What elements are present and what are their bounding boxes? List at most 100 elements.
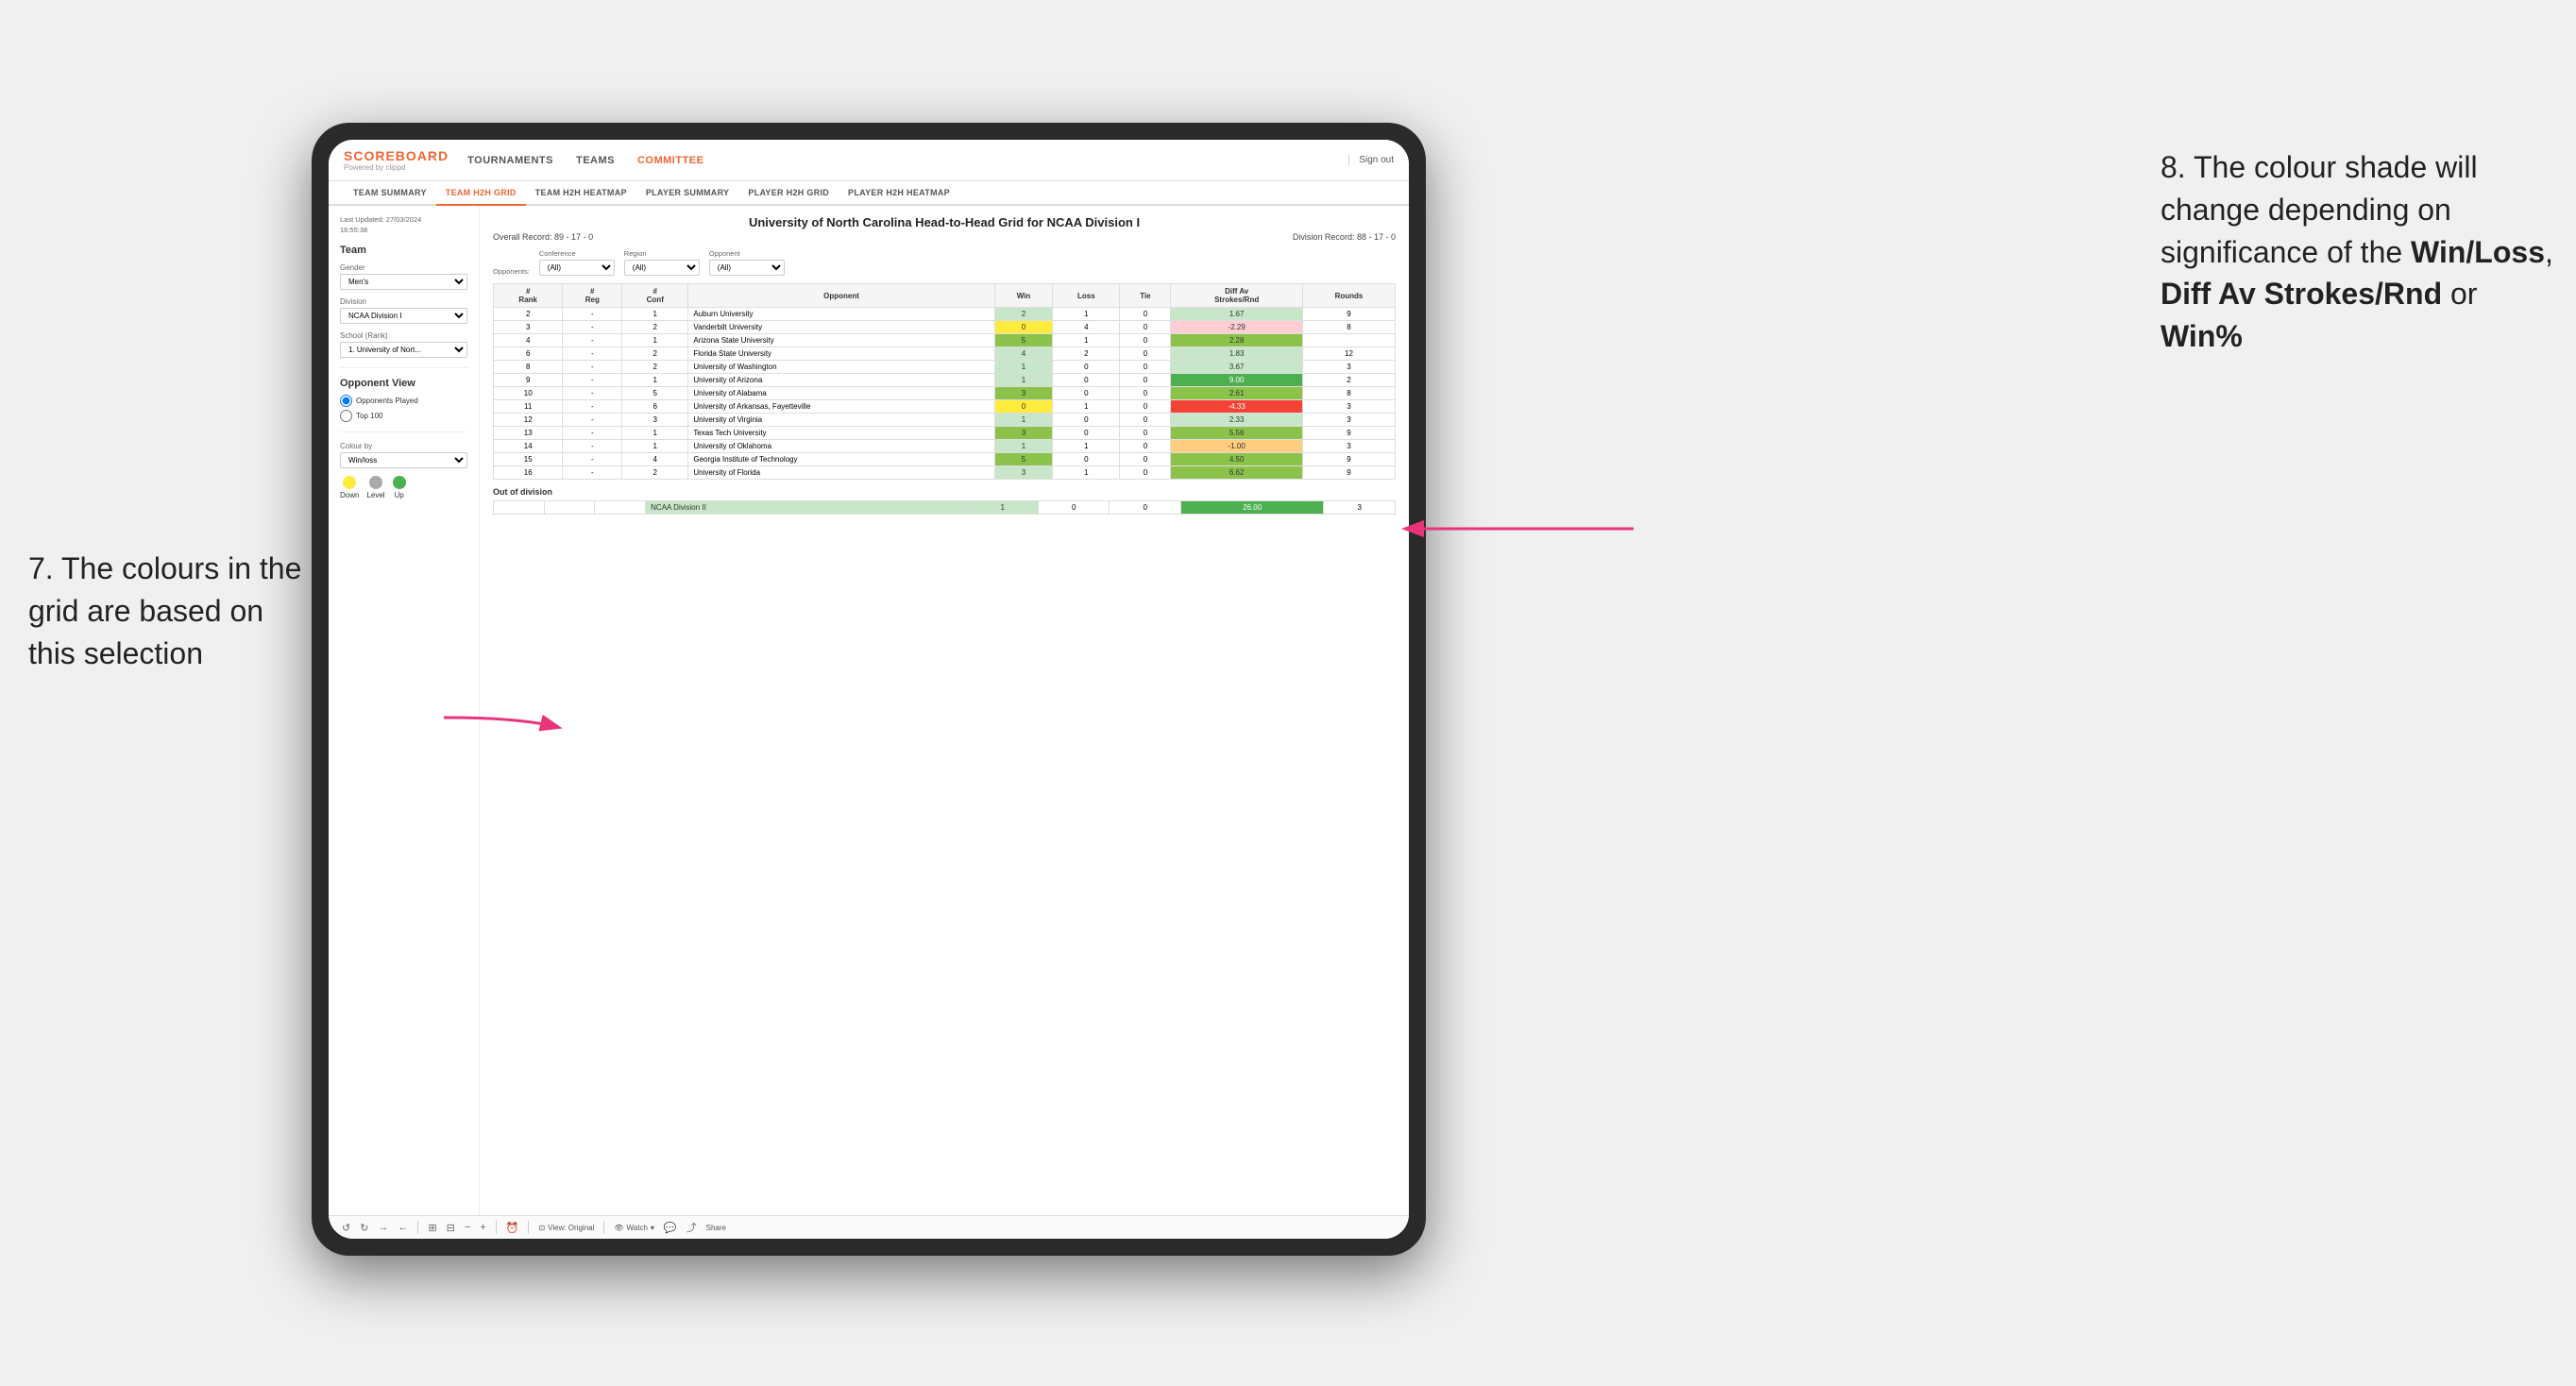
cell-diff: 3.67 — [1171, 361, 1303, 374]
last-updated-time: 16:55:38 — [340, 226, 367, 234]
annotation-left: 7. The colours in the grid are based on … — [28, 548, 312, 674]
conference-label: Conference — [539, 249, 615, 258]
opponent-select[interactable]: (All) — [709, 260, 785, 276]
view-original-btn[interactable]: ⊡ View: Original — [538, 1224, 594, 1232]
cell-loss: 1 — [1053, 440, 1120, 453]
copy-icon[interactable]: ⊞ — [428, 1222, 436, 1234]
cell-diff: 1.83 — [1171, 347, 1303, 361]
division-select[interactable]: NCAA Division I — [340, 308, 467, 324]
toolbar-sep-4 — [603, 1221, 604, 1234]
cell-win: 0 — [994, 400, 1052, 414]
cell-tie: 0 — [1120, 427, 1171, 440]
col-rounds: Rounds — [1302, 284, 1395, 308]
comment-icon[interactable]: 💬 — [664, 1222, 677, 1234]
opponent-label: Opponent — [709, 249, 785, 258]
tab-team-h2h-heatmap[interactable]: TEAM H2H HEATMAP — [526, 181, 636, 206]
tab-player-h2h-grid[interactable]: PLAYER H2H GRID — [738, 181, 839, 206]
tablet-frame: SCOREBOARD Powered by clippd TOURNAMENTS… — [312, 123, 1426, 1256]
table-row: 4 - 1 Arizona State University 5 1 0 2.2… — [494, 334, 1396, 347]
cell-reg: - — [563, 361, 622, 374]
watch-label: Watch — [627, 1224, 648, 1232]
school-label: School (Rank) — [340, 331, 467, 340]
cell-tie: 0 — [1120, 321, 1171, 334]
cell-win: 0 — [994, 321, 1052, 334]
nav-committee[interactable]: COMMITTEE — [637, 155, 704, 166]
col-reg: #Reg — [563, 284, 622, 308]
cell-rank: 12 — [494, 414, 563, 427]
minus-icon[interactable]: − — [465, 1222, 470, 1233]
forward-icon[interactable]: → — [378, 1222, 388, 1233]
nav-teams[interactable]: TEAMS — [576, 155, 615, 166]
region-filter: Region (All) — [624, 249, 700, 276]
watch-btn[interactable]: 👁 Watch ▾ — [614, 1224, 654, 1232]
cell-opponent: Arizona State University — [688, 334, 994, 347]
cell-opponent: University of Virginia — [688, 414, 994, 427]
cell-reg: - — [563, 347, 622, 361]
cell-conf: 1 — [622, 334, 688, 347]
cell-rank: 16 — [494, 466, 563, 480]
share-btn[interactable]: Share — [706, 1224, 726, 1232]
cell-reg: - — [563, 374, 622, 387]
nav-tournaments[interactable]: TOURNAMENTS — [467, 155, 553, 166]
colour-by-select[interactable]: Win/loss — [340, 452, 467, 468]
cell-opponent: University of Washington — [688, 361, 994, 374]
redo-icon[interactable]: ↻ — [360, 1222, 368, 1234]
cell-rounds: 8 — [1302, 387, 1395, 400]
cell-opponent: University of Arkansas, Fayetteville — [688, 400, 994, 414]
clock-icon[interactable]: ⏰ — [506, 1222, 519, 1234]
legend-up-dot — [393, 476, 406, 489]
cell-diff: 2.28 — [1171, 334, 1303, 347]
tab-player-summary[interactable]: PLAYER SUMMARY — [636, 181, 739, 206]
cell-reg: - — [563, 387, 622, 400]
last-updated-label: Last Updated: 27/03/2024 — [340, 215, 421, 224]
cell-diff: 5.56 — [1171, 427, 1303, 440]
tab-player-h2h-heatmap[interactable]: PLAYER H2H HEATMAP — [839, 181, 959, 206]
cell-conf: 2 — [622, 321, 688, 334]
cell-tie: 0 — [1120, 361, 1171, 374]
cell-opponent: Georgia Institute of Technology — [688, 453, 994, 466]
cell-rank: 11 — [494, 400, 563, 414]
cell-opponent: Texas Tech University — [688, 427, 994, 440]
cell-win: 4 — [994, 347, 1052, 361]
cell-diff: 4.50 — [1171, 453, 1303, 466]
legend-down-dot — [343, 476, 356, 489]
region-label: Region — [624, 249, 700, 258]
sign-out[interactable]: Sign out — [1348, 155, 1394, 165]
nav-bar: SCOREBOARD Powered by clippd TOURNAMENTS… — [329, 140, 1409, 181]
undo-icon[interactable]: ↺ — [342, 1222, 350, 1234]
radio-opponents-played[interactable]: Opponents Played — [340, 395, 467, 407]
table-row: 11 - 6 University of Arkansas, Fayettevi… — [494, 400, 1396, 414]
cell-win: 3 — [994, 387, 1052, 400]
out-division-table: NCAA Division II 1 0 0 26.00 3 — [493, 500, 1396, 515]
division-record: Division Record: 88 - 17 - 0 — [1293, 232, 1396, 242]
cell-loss: 0 — [1053, 453, 1120, 466]
table-row: 15 - 4 Georgia Institute of Technology 5… — [494, 453, 1396, 466]
back-icon[interactable]: ← — [398, 1222, 408, 1233]
col-diff: Diff AvStrokes/Rnd — [1171, 284, 1303, 308]
team-section-title: Team — [340, 245, 467, 256]
out-div-diff: 26.00 — [1180, 501, 1324, 515]
add-icon[interactable]: + — [480, 1222, 485, 1233]
cell-win: 5 — [994, 334, 1052, 347]
paste-icon[interactable]: ⊟ — [447, 1222, 455, 1234]
cell-conf: 2 — [622, 347, 688, 361]
region-select[interactable]: (All) — [624, 260, 700, 276]
tab-team-summary[interactable]: TEAM SUMMARY — [344, 181, 436, 206]
tab-team-h2h-grid[interactable]: TEAM H2H GRID — [436, 181, 526, 206]
cell-tie: 0 — [1120, 414, 1171, 427]
gender-select[interactable]: Men's — [340, 274, 467, 290]
cell-loss: 0 — [1053, 427, 1120, 440]
cell-conf: 5 — [622, 387, 688, 400]
annotation-right: 8. The colour shade will change dependin… — [2161, 146, 2557, 358]
school-select[interactable]: 1. University of Nort... — [340, 342, 467, 358]
conference-select[interactable]: (All) — [539, 260, 615, 276]
cell-diff: 9.00 — [1171, 374, 1303, 387]
cell-rounds — [1302, 334, 1395, 347]
grid-records: Overall Record: 89 - 17 - 0 Division Rec… — [493, 232, 1396, 242]
cell-reg: - — [563, 414, 622, 427]
share-icon[interactable]: ⤴ — [686, 1220, 697, 1235]
cell-win: 1 — [994, 414, 1052, 427]
radio-top-100[interactable]: Top 100 — [340, 410, 467, 422]
cell-reg: - — [563, 427, 622, 440]
bottom-toolbar: ↺ ↻ → ← ⊞ ⊟ − + ⏰ ⊡ View: Original 👁 Wat… — [329, 1215, 1409, 1239]
